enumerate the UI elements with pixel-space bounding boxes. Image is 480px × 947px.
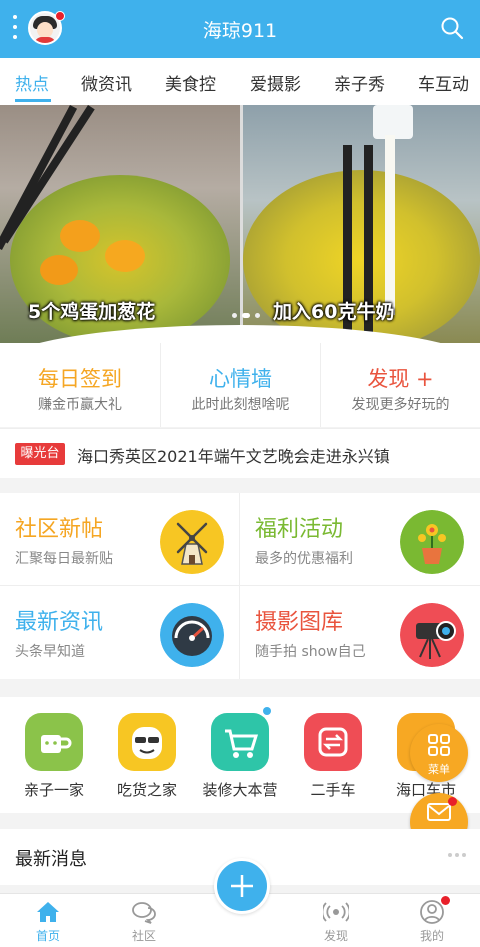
photo-gallery-card[interactable]: 摄影图库 随手拍 show自己 xyxy=(240,586,480,679)
banner-image-left: 5个鸡蛋加葱花 xyxy=(0,105,240,343)
circle-family[interactable]: 亲子一家 xyxy=(7,713,101,800)
tab-photo[interactable]: 爱摄影 xyxy=(250,70,301,95)
carousel-indicator xyxy=(232,313,260,318)
gauge-icon xyxy=(160,603,224,667)
active-tab-indicator xyxy=(15,99,51,102)
banner-carousel[interactable]: 5个鸡蛋加葱花 加入60克牛奶 xyxy=(0,105,480,343)
tab-cars[interactable]: 车互动 xyxy=(418,70,469,95)
nav-home[interactable]: 首页 xyxy=(18,894,78,947)
tab-food[interactable]: 美食控 xyxy=(165,70,216,95)
search-icon[interactable] xyxy=(440,16,464,40)
latest-news-card[interactable]: 最新资讯 头条早知道 xyxy=(0,586,240,679)
discover-button[interactable]: 发现 + 发现更多好玩的 xyxy=(320,343,480,427)
message-unread-dot xyxy=(448,797,457,806)
flowerpot-icon xyxy=(400,510,464,574)
grid-divider-vertical xyxy=(239,493,240,679)
category-tabs: 热点 微资讯 美食控 爱摄影 亲子秀 车互动 xyxy=(0,58,480,105)
windmill-icon xyxy=(160,510,224,574)
post-plus-button[interactable] xyxy=(214,858,270,914)
circle-decoration[interactable]: 装修大本营 xyxy=(193,707,287,800)
plus-icon xyxy=(231,875,253,897)
cup-icon xyxy=(25,713,83,771)
grid-divider-horizontal xyxy=(0,585,480,586)
tab-hot[interactable]: 热点 xyxy=(15,70,49,95)
feature-grid: 社区新帖 汇聚每日最新贴 福利活动 最多的优惠福利 最新资讯 头条早知道 摄影图… xyxy=(0,493,480,679)
mood-wall-button[interactable]: 心情墙 此时此刻想啥呢 xyxy=(160,343,320,427)
user-icon xyxy=(420,900,444,924)
circle-foodie[interactable]: 吃货之家 xyxy=(100,713,194,800)
app-header: 海琼911 xyxy=(0,0,480,58)
community-circles: 亲子一家 吃货之家 装修大本营 二手车 海口车市 xyxy=(0,697,480,813)
community-posts-card[interactable]: 社区新帖 汇聚每日最新贴 xyxy=(0,493,240,586)
exposure-badge: 曝光台 xyxy=(15,443,65,465)
more-dots-icon[interactable] xyxy=(448,853,466,857)
nav-community[interactable]: 社区 xyxy=(114,894,174,947)
profile-unread-dot xyxy=(441,896,450,905)
banner-image-right: 加入60克牛奶 xyxy=(243,105,480,343)
tab-parenting[interactable]: 亲子秀 xyxy=(334,70,385,95)
ticker-text[interactable]: 海口秀英区2021年端午文艺晚会走进永兴镇 xyxy=(77,443,390,467)
home-icon xyxy=(37,902,59,922)
news-ticker[interactable]: 曝光台 海口秀英区2021年端午文艺晚会走进永兴镇 xyxy=(0,428,480,478)
broadcast-icon xyxy=(323,902,349,922)
nav-me[interactable]: 我的 xyxy=(402,894,462,947)
camera-icon xyxy=(400,603,464,667)
foodie-face-icon xyxy=(118,713,176,771)
quick-links: 每日签到 赚金币赢大礼 心情墙 此时此刻想啥呢 发现 + 发现更多好玩的 xyxy=(0,343,480,427)
chat-bubbles-icon xyxy=(132,902,156,924)
swap-icon xyxy=(304,713,362,771)
welfare-activities-card[interactable]: 福利活动 最多的优惠福利 xyxy=(240,493,480,586)
nav-discover[interactable]: 发现 xyxy=(306,894,366,947)
page-title: 海琼911 xyxy=(202,20,278,42)
menu-fab[interactable]: 菜单 xyxy=(410,724,468,782)
latest-messages-title: 最新消息 xyxy=(15,849,87,870)
cart-icon xyxy=(211,707,271,771)
envelope-icon xyxy=(427,803,451,821)
banner-caption-right: 加入60克牛奶 xyxy=(273,301,395,323)
banner-caption-left: 5个鸡蛋加葱花 xyxy=(28,301,156,323)
circle-used-cars[interactable]: 二手车 xyxy=(286,713,380,800)
tab-news[interactable]: 微资讯 xyxy=(81,70,132,95)
grid-menu-icon xyxy=(428,734,450,756)
daily-checkin-button[interactable]: 每日签到 赚金币赢大礼 xyxy=(0,343,160,427)
